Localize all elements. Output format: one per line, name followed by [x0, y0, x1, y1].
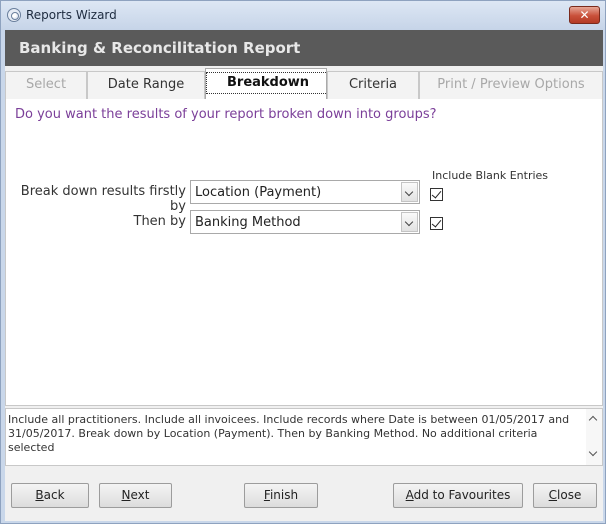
scroll-down-icon[interactable]	[588, 447, 598, 457]
report-summary-text: Include all practitioners. Include all i…	[8, 413, 570, 454]
breakdown-panel: Do you want the results of your report b…	[5, 99, 603, 406]
tab-print-preview-options: Print / Preview Options	[419, 71, 603, 99]
second-breakdown-select[interactable]: Banking Method	[190, 210, 420, 234]
include-blank-header: Include Blank Entries	[432, 169, 549, 182]
title-bar: Reports Wizard ✕	[1, 1, 605, 30]
close-rest: lose	[557, 488, 582, 502]
tab-select: Select	[5, 71, 87, 99]
finish-rest: inish	[269, 488, 299, 502]
tab-breakdown-label: Breakdown	[206, 72, 331, 94]
add-fav-accel: A	[405, 488, 414, 502]
next-accel: N	[121, 488, 131, 502]
first-include-blank-checkbox[interactable]	[430, 188, 443, 201]
wizard-client-area: Banking & Reconcilitation Report Select …	[5, 30, 603, 521]
back-rest: ack	[43, 488, 65, 502]
first-breakdown-label: Break down results firstly by	[20, 184, 186, 214]
close-accel: C	[548, 488, 558, 502]
next-button[interactable]: Next	[99, 483, 172, 508]
scroll-up-icon[interactable]	[588, 415, 598, 425]
tab-criteria[interactable]: Criteria	[327, 71, 419, 99]
breakdown-question: Do you want the results of your report b…	[15, 107, 437, 122]
second-breakdown-value: Banking Method	[195, 215, 301, 230]
chevron-down-icon[interactable]	[401, 212, 418, 232]
add-fav-rest: dd to Favourites	[413, 488, 511, 502]
window-title: Reports Wizard	[26, 8, 117, 22]
close-button[interactable]: Close	[533, 483, 597, 508]
tab-breakdown[interactable]: Breakdown	[205, 68, 331, 99]
window-close-button[interactable]: ✕	[569, 6, 600, 24]
summary-scrollbar[interactable]	[586, 409, 602, 465]
app-icon	[7, 8, 21, 22]
back-accel: B	[35, 488, 44, 502]
next-rest: ext	[130, 488, 150, 502]
second-include-blank-checkbox[interactable]	[430, 217, 443, 230]
report-summary-box: Include all practitioners. Include all i…	[5, 408, 603, 466]
report-title: Banking & Reconcilitation Report	[19, 39, 301, 57]
first-breakdown-select[interactable]: Location (Payment)	[190, 180, 420, 204]
chevron-down-icon[interactable]	[401, 182, 418, 202]
back-button[interactable]: Back	[11, 483, 89, 508]
report-header: Banking & Reconcilitation Report	[5, 30, 603, 66]
tab-date-range[interactable]: Date Range	[87, 71, 205, 99]
finish-button[interactable]: Finish	[244, 483, 318, 508]
reports-wizard-window: Reports Wizard ✕ Banking & Reconcilitati…	[0, 0, 606, 524]
add-to-favourites-button[interactable]: Add to Favourites	[393, 483, 523, 508]
first-breakdown-value: Location (Payment)	[195, 185, 322, 200]
wizard-tabs: Select Date Range Breakdown Criteria Pri…	[5, 66, 603, 99]
second-breakdown-label: Then by	[133, 214, 187, 229]
